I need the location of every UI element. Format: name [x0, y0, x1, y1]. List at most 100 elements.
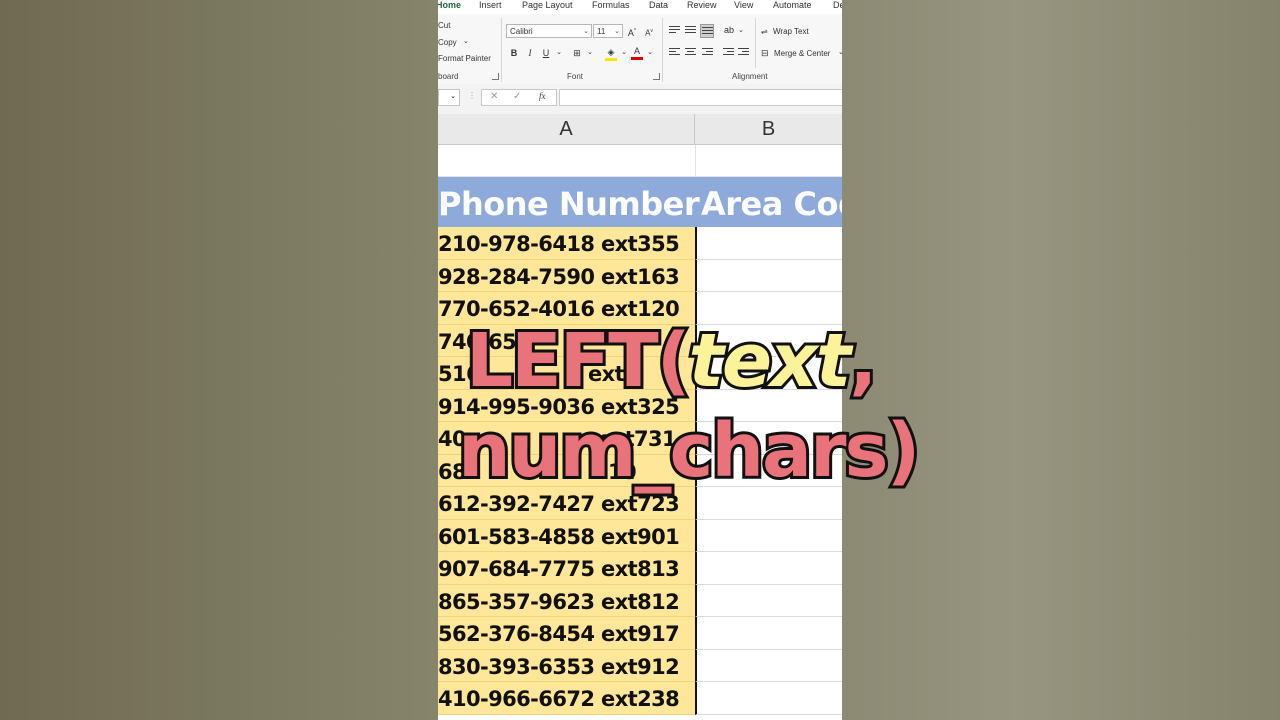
- cell-area-code[interactable]: [695, 682, 842, 715]
- header-phone-number[interactable]: Phone Number: [438, 177, 700, 227]
- cell-phone[interactable]: 865-357-9623 ext812: [438, 584, 695, 617]
- cell-area-code[interactable]: [695, 227, 842, 260]
- font-size-value: 11: [597, 27, 606, 36]
- formula-bar-grip-icon: ⋮: [468, 91, 476, 100]
- cut-button[interactable]: Cut: [438, 21, 450, 30]
- tab-insert[interactable]: Insert: [479, 0, 502, 10]
- underline-button[interactable]: U: [540, 47, 552, 59]
- table-row: 907-684-7775 ext813: [438, 552, 842, 585]
- fill-color-dropdown-icon[interactable]: ⌄: [618, 47, 630, 59]
- font-group-label: Font: [567, 72, 584, 81]
- font-launcher-icon[interactable]: [653, 73, 660, 80]
- column-header-a[interactable]: A: [438, 114, 695, 145]
- format-painter-button[interactable]: Format Painter: [438, 54, 491, 63]
- overlay-comma: ,: [846, 315, 880, 407]
- borders-icon[interactable]: ⊞: [571, 47, 583, 59]
- orientation-icon[interactable]: ab: [723, 24, 735, 36]
- table-header-row: Phone Number Area Cod: [438, 177, 842, 227]
- formula-bar: ⌄ ⋮ ✕ ✓ fx: [438, 84, 842, 115]
- align-bottom-icon[interactable]: [700, 24, 714, 38]
- chevron-down-icon: ⌄: [450, 93, 456, 100]
- merge-center-button[interactable]: Merge & Center: [774, 49, 830, 58]
- borders-dropdown-icon[interactable]: ⌄: [584, 47, 596, 59]
- cell-area-code[interactable]: [695, 519, 842, 552]
- name-box[interactable]: ⌄: [438, 89, 460, 106]
- table-row: 601-583-4858 ext901: [438, 519, 842, 552]
- orientation-dropdown-icon[interactable]: ⌄: [735, 25, 747, 37]
- clipboard-group-label: board: [438, 72, 459, 81]
- formula-input[interactable]: [559, 89, 842, 106]
- cell-area-code[interactable]: [695, 617, 842, 650]
- align-right-icon[interactable]: [702, 48, 713, 57]
- column-header-b[interactable]: B: [695, 114, 842, 145]
- align-middle-icon[interactable]: [685, 26, 696, 35]
- background-left: [0, 0, 438, 720]
- merge-center-icon: ⊟: [761, 48, 769, 58]
- copy-button[interactable]: Copy: [438, 38, 457, 47]
- cell-phone[interactable]: 210-978-6418 ext355: [438, 227, 695, 260]
- tab-formulas[interactable]: Formulas: [592, 0, 630, 10]
- group-divider: [662, 18, 663, 82]
- cell-phone[interactable]: 907-684-7775 ext813: [438, 552, 695, 585]
- table-row: 830-393-6353 ext912: [438, 649, 842, 682]
- background-right: [842, 0, 1280, 720]
- tab-review[interactable]: Review: [687, 0, 717, 10]
- overlay-text-arg: text: [686, 315, 855, 407]
- align-bottom-lines: [702, 27, 713, 36]
- cell-area-code[interactable]: [695, 649, 842, 682]
- cell-area-code[interactable]: [695, 552, 842, 585]
- alignment-group-label: Alignment: [732, 72, 768, 81]
- align-top-icon[interactable]: [669, 26, 680, 35]
- chevron-down-icon: ⌄: [583, 28, 589, 35]
- tab-page-layout[interactable]: Page Layout: [522, 0, 573, 10]
- grow-font-icon[interactable]: A^: [626, 25, 638, 38]
- underline-dropdown-icon[interactable]: ⌄: [553, 47, 565, 59]
- tab-home[interactable]: Home: [438, 0, 461, 10]
- cancel-icon[interactable]: ✕: [490, 91, 498, 102]
- enter-icon[interactable]: ✓: [513, 91, 521, 102]
- font-family-select[interactable]: Calibri ⌄: [506, 24, 592, 38]
- table-row: 210-978-6418 ext355: [438, 227, 842, 260]
- clipboard-launcher-icon[interactable]: [492, 73, 499, 80]
- table-row: 928-284-7590 ext163: [438, 259, 842, 292]
- ribbon: Cut Copy ⌄ Format Painter board Calibri ⌄…: [438, 14, 842, 85]
- cell-phone[interactable]: 928-284-7590 ext163: [438, 259, 695, 292]
- insert-function-icon[interactable]: fx: [539, 91, 546, 101]
- merge-dropdown-icon[interactable]: ⌄: [838, 48, 842, 56]
- tab-view[interactable]: View: [734, 0, 753, 10]
- tab-developer[interactable]: De: [833, 0, 842, 10]
- align-left-icon[interactable]: [669, 48, 680, 57]
- wrap-text-button[interactable]: Wrap Text: [773, 27, 809, 36]
- font-color-dropdown-icon[interactable]: ⌄: [644, 47, 656, 59]
- ribbon-tabs: Home Insert Page Layout Formulas Data Re…: [438, 0, 842, 14]
- group-divider: [501, 18, 502, 82]
- cell-phone[interactable]: 410-966-6672 ext238: [438, 682, 695, 715]
- cell-phone[interactable]: 562-376-8454 ext917: [438, 617, 695, 650]
- gridline: [695, 145, 696, 177]
- font-size-select[interactable]: 11 ⌄: [593, 24, 623, 38]
- copy-dropdown-icon[interactable]: ⌄: [463, 37, 469, 45]
- cell-area-code[interactable]: [695, 259, 842, 292]
- overlay-caption-line2: num_chars): [455, 405, 923, 497]
- cell-area-code[interactable]: [695, 584, 842, 617]
- blank-row[interactable]: [438, 145, 842, 177]
- italic-button[interactable]: I: [524, 47, 536, 59]
- bold-button[interactable]: B: [508, 47, 520, 59]
- overlay-function-name: LEFT(: [463, 315, 694, 407]
- fill-color-icon[interactable]: ◈: [605, 46, 617, 61]
- chevron-down-icon: ⌄: [614, 28, 620, 35]
- tab-automate[interactable]: Automate: [773, 0, 812, 10]
- shrink-font-icon[interactable]: Av: [643, 25, 655, 38]
- decrease-indent-icon[interactable]: [723, 48, 734, 57]
- align-center-icon[interactable]: [685, 48, 696, 57]
- header-area-code[interactable]: Area Cod: [701, 177, 842, 227]
- table-row: 562-376-8454 ext917: [438, 617, 842, 650]
- font-color-icon[interactable]: A: [631, 45, 643, 60]
- table-row: 410-966-6672 ext238: [438, 682, 842, 715]
- tab-data[interactable]: Data: [649, 0, 668, 10]
- overlay-caption-line1: LEFT(text,: [463, 315, 880, 407]
- cell-phone[interactable]: 601-583-4858 ext901: [438, 519, 695, 552]
- group-divider: [755, 18, 756, 68]
- cell-phone[interactable]: 830-393-6353 ext912: [438, 649, 695, 682]
- increase-indent-icon[interactable]: [738, 48, 749, 57]
